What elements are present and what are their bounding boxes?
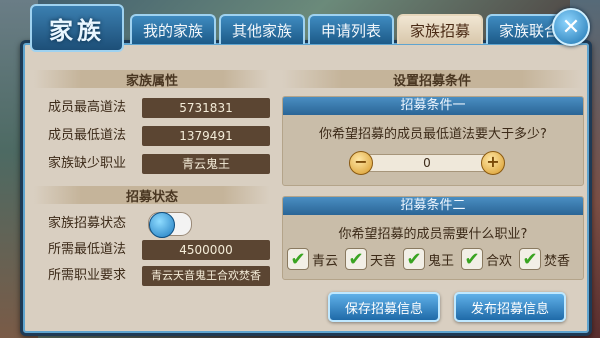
status-label: 所需最低道法: [48, 242, 127, 257]
class-option-qingyun[interactable]: ✔ 青云: [287, 247, 338, 271]
class-option-label: 青云: [312, 253, 339, 269]
tab-family-recruit[interactable]: 家族招募: [397, 14, 483, 44]
status-row-recruit-toggle: 家族招募状态: [34, 212, 270, 238]
attr-value: 青云鬼王: [142, 154, 270, 174]
class-option-label: 合欢: [486, 253, 513, 269]
class-option-hehuan[interactable]: ✔ 合欢: [461, 247, 512, 271]
window-title: 家族: [30, 4, 124, 52]
class-option-guiwang[interactable]: ✔ 鬼王: [403, 247, 454, 271]
class-checkbox-group: ✔ 青云 ✔ 天音 ✔ 鬼王 ✔ 合欢 ✔ 焚香: [287, 247, 583, 271]
condition-two-question: 你希望招募的成员需要什么职业?: [338, 227, 528, 242]
tab-bar: 我的家族 其他家族 申请列表 家族招募 家族联合: [130, 14, 572, 44]
attr-label: 成员最高道法: [48, 100, 127, 115]
recruit-conditions-header: 设置招募条件: [282, 70, 582, 89]
class-option-label: 焚香: [544, 253, 571, 269]
save-recruit-info-button[interactable]: 保存招募信息: [328, 292, 440, 322]
family-attributes-header: 家族属性: [34, 70, 270, 89]
class-option-label: 鬼王: [428, 253, 455, 269]
attr-value: 5731831: [142, 98, 270, 118]
checkbox-checked-icon: ✔: [287, 248, 309, 270]
stepper-minus-button[interactable]: −: [349, 151, 373, 175]
attr-label: 家族缺少职业: [48, 156, 127, 171]
class-option-fenxiang[interactable]: ✔ 焚香: [519, 247, 570, 271]
checkbox-checked-icon: ✔: [403, 248, 425, 270]
attr-row-min-power: 成员最低道法 1379491: [34, 126, 270, 146]
checkbox-checked-icon: ✔: [519, 248, 541, 270]
checkbox-checked-icon: ✔: [345, 248, 367, 270]
tab-application-list[interactable]: 申请列表: [308, 14, 394, 44]
condition-one-title: 招募条件一: [283, 97, 583, 115]
status-label: 家族招募状态: [48, 216, 127, 231]
attr-value: 1379491: [142, 126, 270, 146]
recruit-status-header: 招募状态: [34, 186, 270, 205]
close-icon: ✕: [561, 14, 581, 40]
condition-two-box: 招募条件二 你希望招募的成员需要什么职业? ✔ 青云 ✔ 天音 ✔ 鬼王 ✔ 合…: [282, 196, 584, 280]
right-panel: 设置招募条件 招募条件一 你希望招募的成员最低道法要大于多少? 0 − + 招募…: [282, 64, 584, 322]
condition-two-title: 招募条件二: [283, 197, 583, 215]
recruit-status-toggle[interactable]: [148, 212, 192, 238]
condition-one-box: 招募条件一 你希望招募的成员最低道法要大于多少? 0 − +: [282, 96, 584, 186]
min-power-stepper: 0 − +: [349, 151, 505, 175]
close-button[interactable]: ✕: [552, 8, 590, 46]
attr-label: 成员最低道法: [48, 128, 127, 143]
checkbox-checked-icon: ✔: [461, 248, 483, 270]
toggle-knob: [149, 212, 175, 238]
stepper-value[interactable]: 0: [363, 154, 491, 172]
attr-row-missing-class: 家族缺少职业 青云鬼王: [34, 154, 270, 174]
tab-other-families[interactable]: 其他家族: [219, 14, 305, 44]
tab-my-family[interactable]: 我的家族: [130, 14, 216, 44]
status-row-min-power: 所需最低道法 4500000: [34, 240, 270, 260]
stepper-plus-button[interactable]: +: [481, 151, 505, 175]
status-label: 所需职业要求: [48, 268, 127, 283]
condition-one-question: 你希望招募的成员最低道法要大于多少?: [319, 127, 547, 142]
class-option-label: 天音: [370, 253, 397, 269]
status-value: 青云天音鬼王合欢焚香: [142, 266, 270, 286]
class-option-tianyin[interactable]: ✔ 天音: [345, 247, 396, 271]
publish-recruit-info-button[interactable]: 发布招募信息: [454, 292, 566, 322]
attr-row-max-power: 成员最高道法 5731831: [34, 98, 270, 118]
left-panel: 家族属性 成员最高道法 5731831 成员最低道法 1379491 家族缺少职…: [34, 64, 270, 322]
status-value: 4500000: [142, 240, 270, 260]
status-row-class-requirement: 所需职业要求 青云天音鬼王合欢焚香: [34, 266, 270, 286]
